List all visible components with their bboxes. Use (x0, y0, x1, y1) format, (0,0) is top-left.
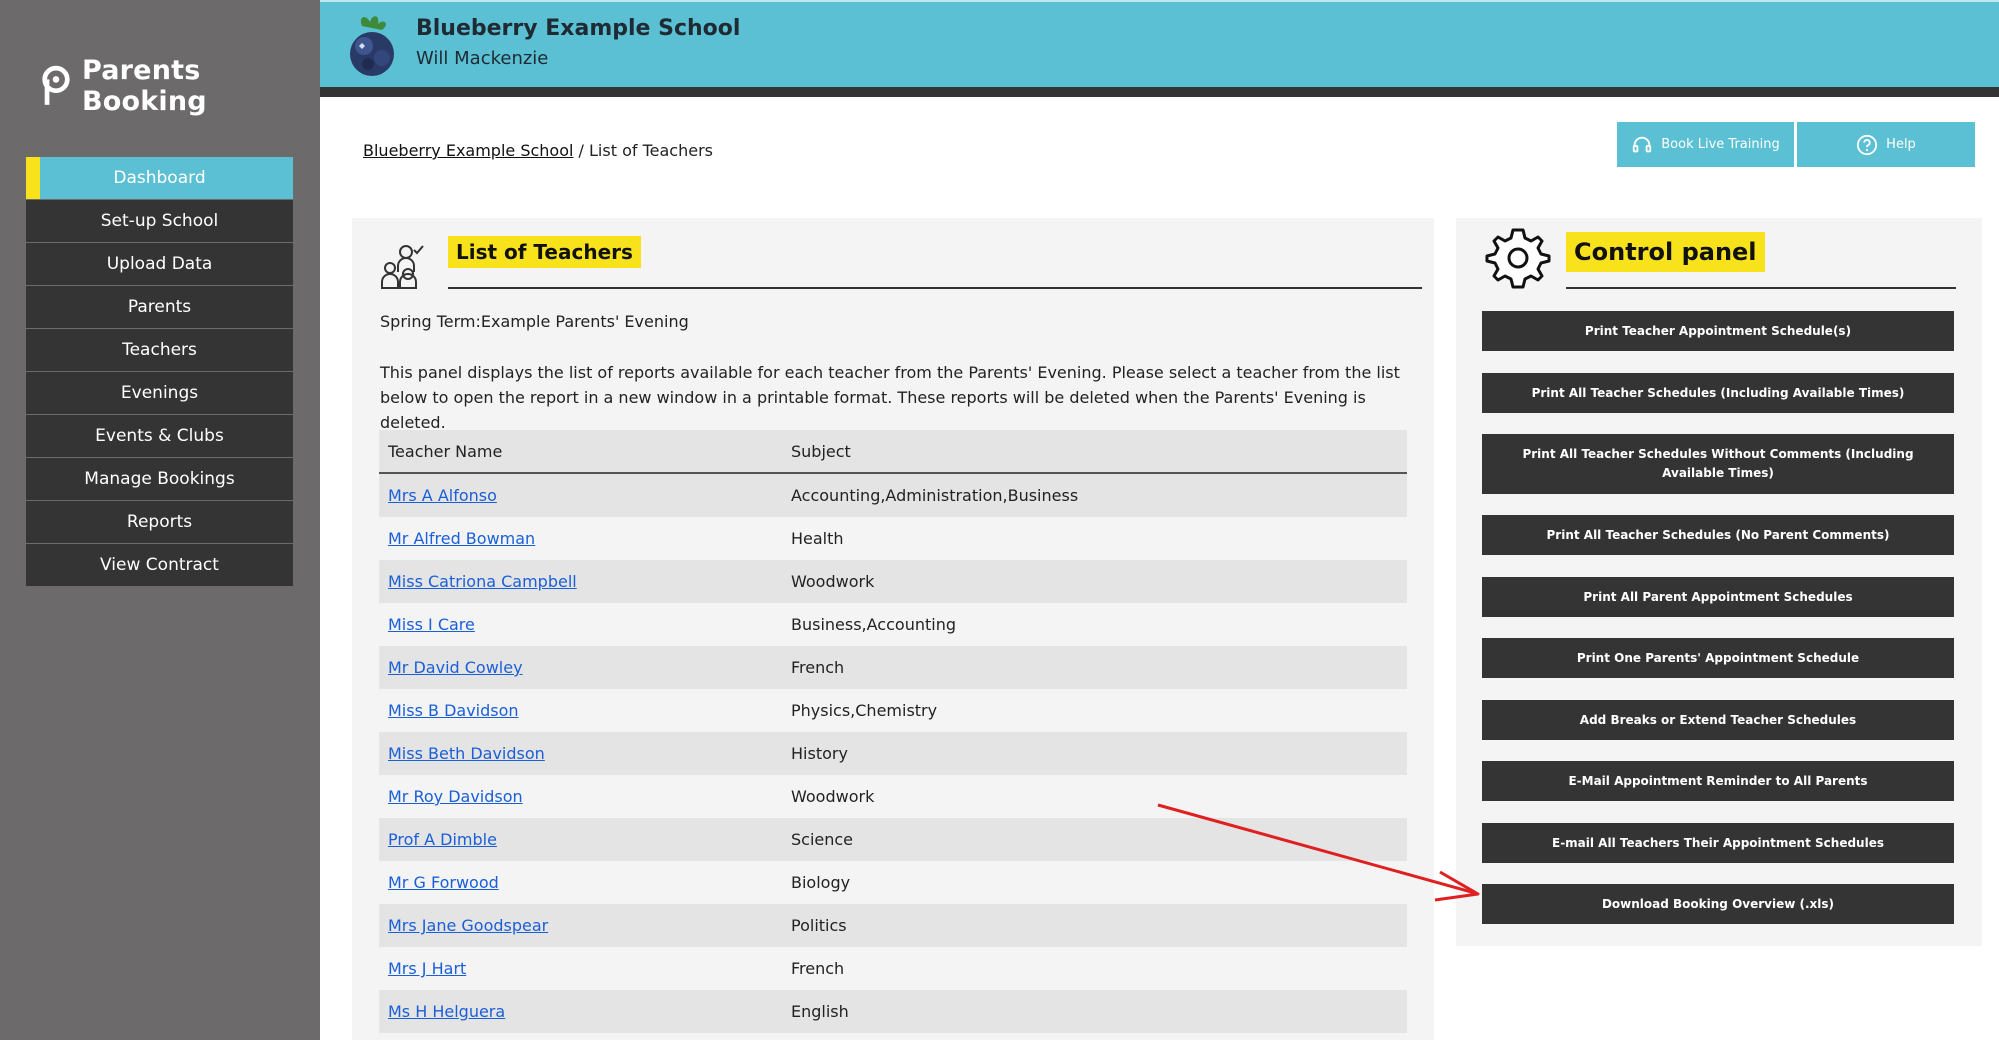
help-button[interactable]: Help (1797, 122, 1975, 167)
sidebar-item-view-contract[interactable]: View Contract (26, 544, 293, 587)
table-row: Mr Alfred Bowman Health (379, 517, 1407, 560)
teacher-link[interactable]: Miss B Davidson (388, 701, 519, 720)
parents-booking-logo-icon (42, 65, 70, 105)
table-row: Mr Roy Davidson Woodwork (379, 775, 1407, 818)
gear-icon (1485, 228, 1551, 289)
sidebar-item-parents[interactable]: Parents (26, 286, 293, 329)
sidebar-item-upload-data[interactable]: Upload Data (26, 243, 293, 286)
teachers-panel: List of Teachers Spring Term:Example Par… (352, 218, 1434, 1040)
sidebar-item-events-clubs[interactable]: Events & Clubs (26, 415, 293, 458)
brand-name: Parents Booking (81, 55, 207, 117)
panel-description: This panel displays the list of reports … (380, 363, 1400, 432)
table-row: Miss B Davidson Physics,Chemistry (379, 689, 1407, 732)
subject-cell: Physics,Chemistry (791, 701, 938, 720)
download-booking-overview-button[interactable]: Download Booking Overview (.xls) (1482, 884, 1954, 924)
sidebar-nav: Dashboard Set-up School Upload Data Pare… (26, 157, 293, 587)
header: Blueberry Example School Will Mackenzie (320, 0, 1999, 97)
control-panel-rule (1566, 287, 1956, 289)
table-row: Miss Catriona Campbell Woodwork (379, 560, 1407, 603)
panel-title-rule (448, 287, 1422, 289)
panel-title: List of Teachers (448, 236, 641, 268)
teacher-link[interactable]: Ms H Helguera (388, 1002, 505, 1021)
table-row: Mr David Cowley French (379, 646, 1407, 689)
add-breaks-button[interactable]: Add Breaks or Extend Teacher Schedules (1482, 700, 1954, 740)
teachers-group-icon (381, 245, 424, 289)
subject-cell: Health (791, 529, 844, 548)
breadcrumb-school-link[interactable]: Blueberry Example School (363, 141, 573, 160)
subject-cell: French (791, 658, 845, 677)
print-all-teacher-schedules-no-comments-button[interactable]: Print All Teacher Schedules Without Comm… (1482, 434, 1954, 494)
subject-cell: History (791, 744, 848, 763)
book-live-training-label: Book Live Training (1661, 137, 1780, 152)
user-name: Will Mackenzie (416, 48, 549, 69)
teacher-link[interactable]: Mr David Cowley (388, 658, 523, 677)
print-all-parent-schedules-button[interactable]: Print All Parent Appointment Schedules (1482, 577, 1954, 617)
help-label: Help (1886, 137, 1916, 152)
header-teacher-name: Teacher Name (388, 441, 503, 461)
term-label: Spring Term:Example Parents' Evening (380, 312, 689, 331)
teacher-link[interactable]: Miss I Care (388, 615, 475, 634)
table-row: Mrs A Alfonso Accounting,Administration,B… (379, 474, 1407, 517)
teachers-table: Teacher Name Subject Mrs A Alfonso Accoun… (379, 430, 1407, 1033)
subject-cell: Woodwork (791, 787, 875, 806)
teacher-link[interactable]: Miss Beth Davidson (388, 744, 545, 763)
sidebar-item-evenings[interactable]: Evenings (26, 372, 293, 415)
teacher-link[interactable]: Mrs Jane Goodspear (388, 916, 548, 935)
subject-cell: Business,Accounting (791, 615, 956, 634)
breadcrumb-separator: / (573, 141, 590, 160)
table-row: Ms H Helguera English (379, 990, 1407, 1033)
print-teacher-schedules-button[interactable]: Print Teacher Appointment Schedule(s) (1482, 311, 1954, 351)
subject-cell: Accounting,Administration,Business (791, 486, 1079, 505)
table-row: Mrs Jane Goodspear Politics (379, 904, 1407, 947)
email-reminder-parents-button[interactable]: E-Mail Appointment Reminder to All Paren… (1482, 761, 1954, 801)
question-circle-icon (1857, 134, 1878, 155)
blueberry-logo-icon (350, 16, 394, 76)
teacher-link[interactable]: Mrs J Hart (388, 959, 466, 978)
breadcrumb: Blueberry Example School / List of Teach… (363, 141, 713, 160)
subject-cell: Science (791, 830, 854, 849)
brand[interactable]: Parents Booking (40, 55, 320, 117)
teacher-link[interactable]: Mr Alfred Bowman (388, 529, 535, 548)
print-all-teacher-schedules-available-button[interactable]: Print All Teacher Schedules (Including A… (1482, 373, 1954, 413)
teacher-link[interactable]: Mrs A Alfonso (388, 486, 497, 505)
sidebar-item-dashboard[interactable]: Dashboard (26, 157, 293, 200)
sidebar-item-setup-school[interactable]: Set-up School (26, 200, 293, 243)
breadcrumb-current: List of Teachers (589, 141, 713, 160)
table-row: Mr G Forwood Biology (379, 861, 1407, 904)
print-all-teacher-schedules-no-parent-comments-button[interactable]: Print All Teacher Schedules (No Parent C… (1482, 515, 1954, 555)
header-subject: Subject (791, 441, 851, 461)
print-one-parent-schedule-button[interactable]: Print One Parents' Appointment Schedule (1482, 638, 1954, 678)
sidebar: Parents Booking Dashboard Set-up School … (0, 0, 320, 1040)
sidebar-item-teachers[interactable]: Teachers (26, 329, 293, 372)
subject-cell: Biology (791, 873, 851, 892)
teacher-link[interactable]: Prof A Dimble (388, 830, 497, 849)
teacher-link[interactable]: Mr Roy Davidson (388, 787, 523, 806)
sidebar-item-reports[interactable]: Reports (26, 501, 293, 544)
school-name: Blueberry Example School (416, 16, 741, 41)
email-teachers-schedules-button[interactable]: E-mail All Teachers Their Appointment Sc… (1482, 823, 1954, 863)
teacher-link[interactable]: Miss Catriona Campbell (388, 572, 577, 591)
book-live-training-button[interactable]: Book Live Training (1617, 122, 1794, 167)
subject-cell: French (791, 959, 845, 978)
table-header: Teacher Name Subject (379, 430, 1407, 474)
sidebar-item-manage-bookings[interactable]: Manage Bookings (26, 458, 293, 501)
subject-cell: Woodwork (791, 572, 875, 591)
teacher-link[interactable]: Mr G Forwood (388, 873, 499, 892)
table-row: Miss Beth Davidson History (379, 732, 1407, 775)
headset-icon (1633, 136, 1652, 152)
page: Parents Booking Dashboard Set-up School … (0, 0, 1999, 1040)
control-panel-title: Control panel (1566, 232, 1765, 272)
table-row: Mrs J Hart French (379, 947, 1407, 990)
control-panel: Control panel Print Teacher Appointment … (1456, 218, 1982, 946)
subject-cell: Politics (791, 916, 847, 935)
table-row: Prof A Dimble Science (379, 818, 1407, 861)
header-divider (320, 87, 1999, 97)
table-row: Miss I Care Business,Accounting (379, 603, 1407, 646)
subject-cell: English (791, 1002, 849, 1021)
